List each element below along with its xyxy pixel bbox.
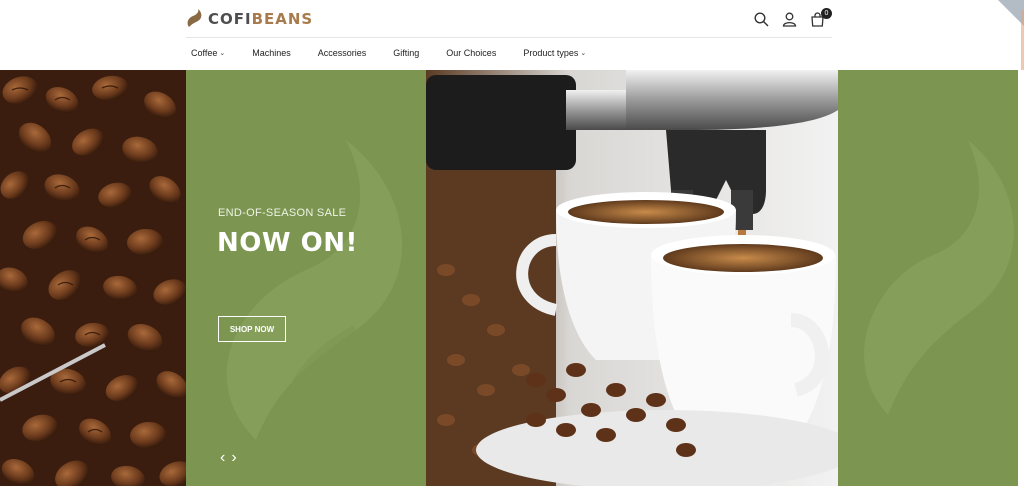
brand-name-part2: BEANS [251,10,314,28]
coffee-bean-logo-icon [187,9,202,29]
chevron-right-icon[interactable]: › [231,450,236,466]
flame-watermark-icon [864,140,1014,415]
user-icon[interactable] [780,9,798,29]
nav-item-label: Our Choices [446,48,497,58]
side-decor-panel [838,70,1018,486]
promo-panel: END-OF-SEASON SALE NOW ON! SHOP NOW ‹ › [186,70,426,486]
hero-banner: END-OF-SEASON SALE NOW ON! SHOP NOW ‹ › [0,70,1024,486]
slider-arrows: ‹ › [220,450,237,466]
main-nav: Coffee ⌄ Machines Accessories Gifting Our… [191,48,613,58]
site-header: COFIBEANS 0 Coffee ⌄ Machines Accessories… [0,0,1024,110]
brand-logo[interactable]: COFIBEANS [186,9,313,29]
header-actions: 0 [752,8,832,29]
cart-count-badge: 0 [821,8,832,19]
sale-subtitle: END-OF-SEASON SALE [218,207,347,219]
chevron-down-icon: ⌄ [580,50,587,57]
nav-item-label: Accessories [317,48,367,58]
shop-now-button[interactable]: SHOP NOW [218,316,286,342]
nav-item-gifting[interactable]: Gifting [393,48,419,58]
nav-item-label: Gifting [393,48,420,58]
nav-item-accessories[interactable]: Accessories [318,48,367,58]
page-gutter [1018,70,1024,486]
chevron-left-icon[interactable]: ‹ [220,450,225,466]
nav-item-label: Coffee [191,48,218,58]
nav-item-label: Machines [252,48,291,58]
brand-name: COFIBEANS [208,10,313,28]
nav-item-coffee[interactable]: Coffee ⌄ [191,48,225,58]
nav-item-machines[interactable]: Machines [252,48,291,58]
nav-item-product-types[interactable]: Product types ⌄ [523,48,586,58]
search-icon[interactable] [752,9,770,29]
nav-item-our-choices[interactable]: Our Choices [446,48,496,58]
sale-title: NOW ON! [217,228,358,258]
header-divider [186,37,832,38]
espresso-machine-image [426,70,838,486]
chevron-down-icon: ⌄ [219,50,226,57]
coffee-beans-image [0,70,186,486]
flame-watermark-icon [226,140,403,440]
nav-item-label: Product types [523,48,579,58]
shopping-bag-icon[interactable]: 0 [808,8,832,29]
brand-name-part1: COFI [208,10,252,28]
